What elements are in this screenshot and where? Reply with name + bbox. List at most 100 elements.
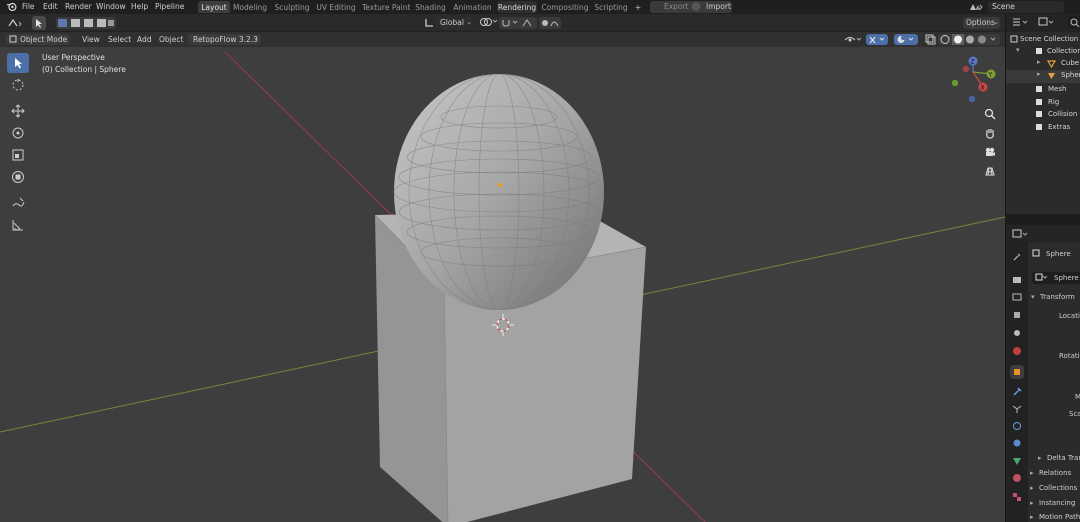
shading-mode-group[interactable] <box>938 34 1000 45</box>
location-label: Locatio <box>1059 312 1080 320</box>
world-tab-icon[interactable] <box>1010 344 1024 358</box>
pan-hand-icon[interactable] <box>981 124 999 142</box>
outliner-row-extras[interactable]: Extras <box>1006 122 1080 135</box>
scene-tab-icon[interactable] <box>1010 326 1024 340</box>
expand-arrow-icon[interactable]: ▸ <box>1037 70 1041 78</box>
visibility-icon[interactable] <box>843 34 863 47</box>
outliner-search-input[interactable] <box>1068 16 1080 29</box>
mode-label: Object Mode <box>20 35 68 44</box>
menu-view[interactable]: View <box>82 35 100 44</box>
relations-panel-header[interactable]: Relations <box>1039 469 1071 477</box>
pivot-point-icon[interactable] <box>479 17 499 29</box>
modifier-tab-icon[interactable] <box>1010 385 1024 399</box>
physics-tab-icon[interactable] <box>1010 419 1024 433</box>
render-tab-icon[interactable] <box>1010 272 1024 286</box>
tab-scripting[interactable]: Scripting <box>593 1 629 13</box>
menu-render[interactable]: Render <box>65 2 92 11</box>
outliner-row-scene-collection[interactable]: Scene Collection <box>1006 34 1080 47</box>
transform-panel-header[interactable]: Transform <box>1040 293 1075 301</box>
expand-arrow-icon[interactable]: ▾ <box>1031 293 1035 301</box>
tab-modeling[interactable]: Modeling <box>232 1 268 13</box>
tab-rendering[interactable]: Rendering <box>497 1 537 13</box>
tab-uv-editing[interactable]: UV Editing <box>315 1 357 13</box>
tab-sculpting[interactable]: Sculpting <box>273 1 311 13</box>
import-button[interactable]: Import <box>706 2 731 11</box>
xray-toggle-icon[interactable] <box>925 34 936 47</box>
menu-help[interactable]: Help <box>131 2 148 11</box>
properties-editor-icon[interactable] <box>1012 229 1030 241</box>
constraints-tab-icon[interactable] <box>1010 436 1024 450</box>
measure-tool[interactable] <box>7 215 29 235</box>
viewport-scene[interactable]: Z Y X <box>0 47 1005 522</box>
outliner-row-mesh[interactable]: Mesh <box>1006 84 1080 97</box>
menu-select[interactable]: Select <box>108 35 131 44</box>
tab-shading[interactable]: Shading <box>414 1 447 13</box>
collections-panel-header[interactable]: Collections <box>1039 484 1077 492</box>
export-button[interactable]: Export <box>664 2 689 11</box>
expand-arrow-icon[interactable]: ▸ <box>1037 58 1041 66</box>
menu-file[interactable]: File <box>22 2 35 11</box>
add-workspace-button[interactable]: + <box>632 1 644 13</box>
outliner-row-rig[interactable]: Rig <box>1006 97 1080 110</box>
blender-logo-icon[interactable] <box>6 1 17 14</box>
motion-path-panel-header[interactable]: Motion Path <box>1039 513 1080 521</box>
outliner-row-sphere[interactable]: ▸ Sphere <box>1006 70 1080 83</box>
gizmo-x-label: X <box>981 85 985 92</box>
chevron-down-icon: ⌄ <box>253 33 260 42</box>
expand-arrow-icon[interactable]: ▸ <box>1038 454 1042 462</box>
particles-tab-icon[interactable] <box>1010 402 1024 416</box>
object-tab-icon[interactable] <box>1010 365 1024 379</box>
outliner-row-cube[interactable]: ▸ Cube <box>1006 58 1080 71</box>
orientation-icon <box>424 18 435 30</box>
proportional-editing-toggle[interactable] <box>539 17 561 29</box>
camera-view-icon[interactable] <box>981 143 999 161</box>
mesh-object-icon <box>1046 59 1057 70</box>
view-layer-tab-icon[interactable] <box>1010 308 1024 322</box>
select-box-tool[interactable] <box>7 53 29 73</box>
tab-layout[interactable]: Layout <box>198 1 230 13</box>
perspective-toggle-icon[interactable] <box>981 162 999 180</box>
expand-arrow-icon[interactable]: ▾ <box>1016 46 1020 54</box>
select-tool-button[interactable] <box>32 16 46 30</box>
outliner-row-collection[interactable]: ▾ Collection <box>1006 46 1080 59</box>
expand-arrow-icon[interactable]: ▸ <box>1030 469 1034 477</box>
menu-window[interactable]: Window <box>96 2 126 11</box>
orientation-label: Global <box>440 18 464 27</box>
overlays-toggle[interactable] <box>894 34 918 45</box>
scene-icon[interactable] <box>969 2 983 13</box>
collection-icon <box>1035 98 1043 109</box>
tool-settings-tab-icon[interactable] <box>1010 250 1024 264</box>
outliner-row-collision[interactable]: Collision <box>1006 109 1080 122</box>
annotate-tool[interactable] <box>7 193 29 213</box>
editor-type-icon[interactable] <box>7 18 23 30</box>
menu-object[interactable]: Object <box>159 35 183 44</box>
expand-arrow-icon[interactable]: ▸ <box>1030 499 1034 507</box>
material-tab-icon[interactable] <box>1010 471 1024 485</box>
panel-divider[interactable] <box>1005 214 1080 225</box>
tab-texture-paint[interactable]: Texture Paint <box>362 1 410 13</box>
object-data-tab-icon[interactable] <box>1010 454 1024 468</box>
menu-edit[interactable]: Edit <box>43 2 58 11</box>
3d-viewport[interactable]: Z Y X User Perspective (0) Collection | … <box>0 47 1005 522</box>
selection-mode-group[interactable] <box>56 17 116 29</box>
tab-compositing[interactable]: Compositing <box>541 1 589 13</box>
cursor-tool[interactable] <box>7 75 29 95</box>
delta-transform-header[interactable]: Delta Trans <box>1047 454 1080 462</box>
texture-tab-icon[interactable] <box>1010 490 1024 504</box>
output-tab-icon[interactable] <box>1010 290 1024 304</box>
transform-tool[interactable] <box>7 167 29 187</box>
tab-animation[interactable]: Animation <box>452 1 493 13</box>
expand-arrow-icon[interactable]: ▸ <box>1030 513 1034 521</box>
display-mode-icon[interactable] <box>1038 17 1056 29</box>
rotate-tool[interactable] <box>7 123 29 143</box>
gizmo-toggle[interactable] <box>866 34 888 45</box>
snapping-group[interactable] <box>499 17 537 29</box>
zoom-icon[interactable] <box>981 105 999 123</box>
menu-pipeline[interactable]: Pipeline <box>155 2 184 11</box>
menu-add[interactable]: Add <box>137 35 152 44</box>
outliner-editor-icon[interactable] <box>1012 17 1030 29</box>
instancing-panel-header[interactable]: Instancing <box>1039 499 1075 507</box>
expand-arrow-icon[interactable]: ▸ <box>1030 484 1034 492</box>
scale-tool[interactable] <box>7 145 29 165</box>
move-tool[interactable] <box>7 101 29 121</box>
